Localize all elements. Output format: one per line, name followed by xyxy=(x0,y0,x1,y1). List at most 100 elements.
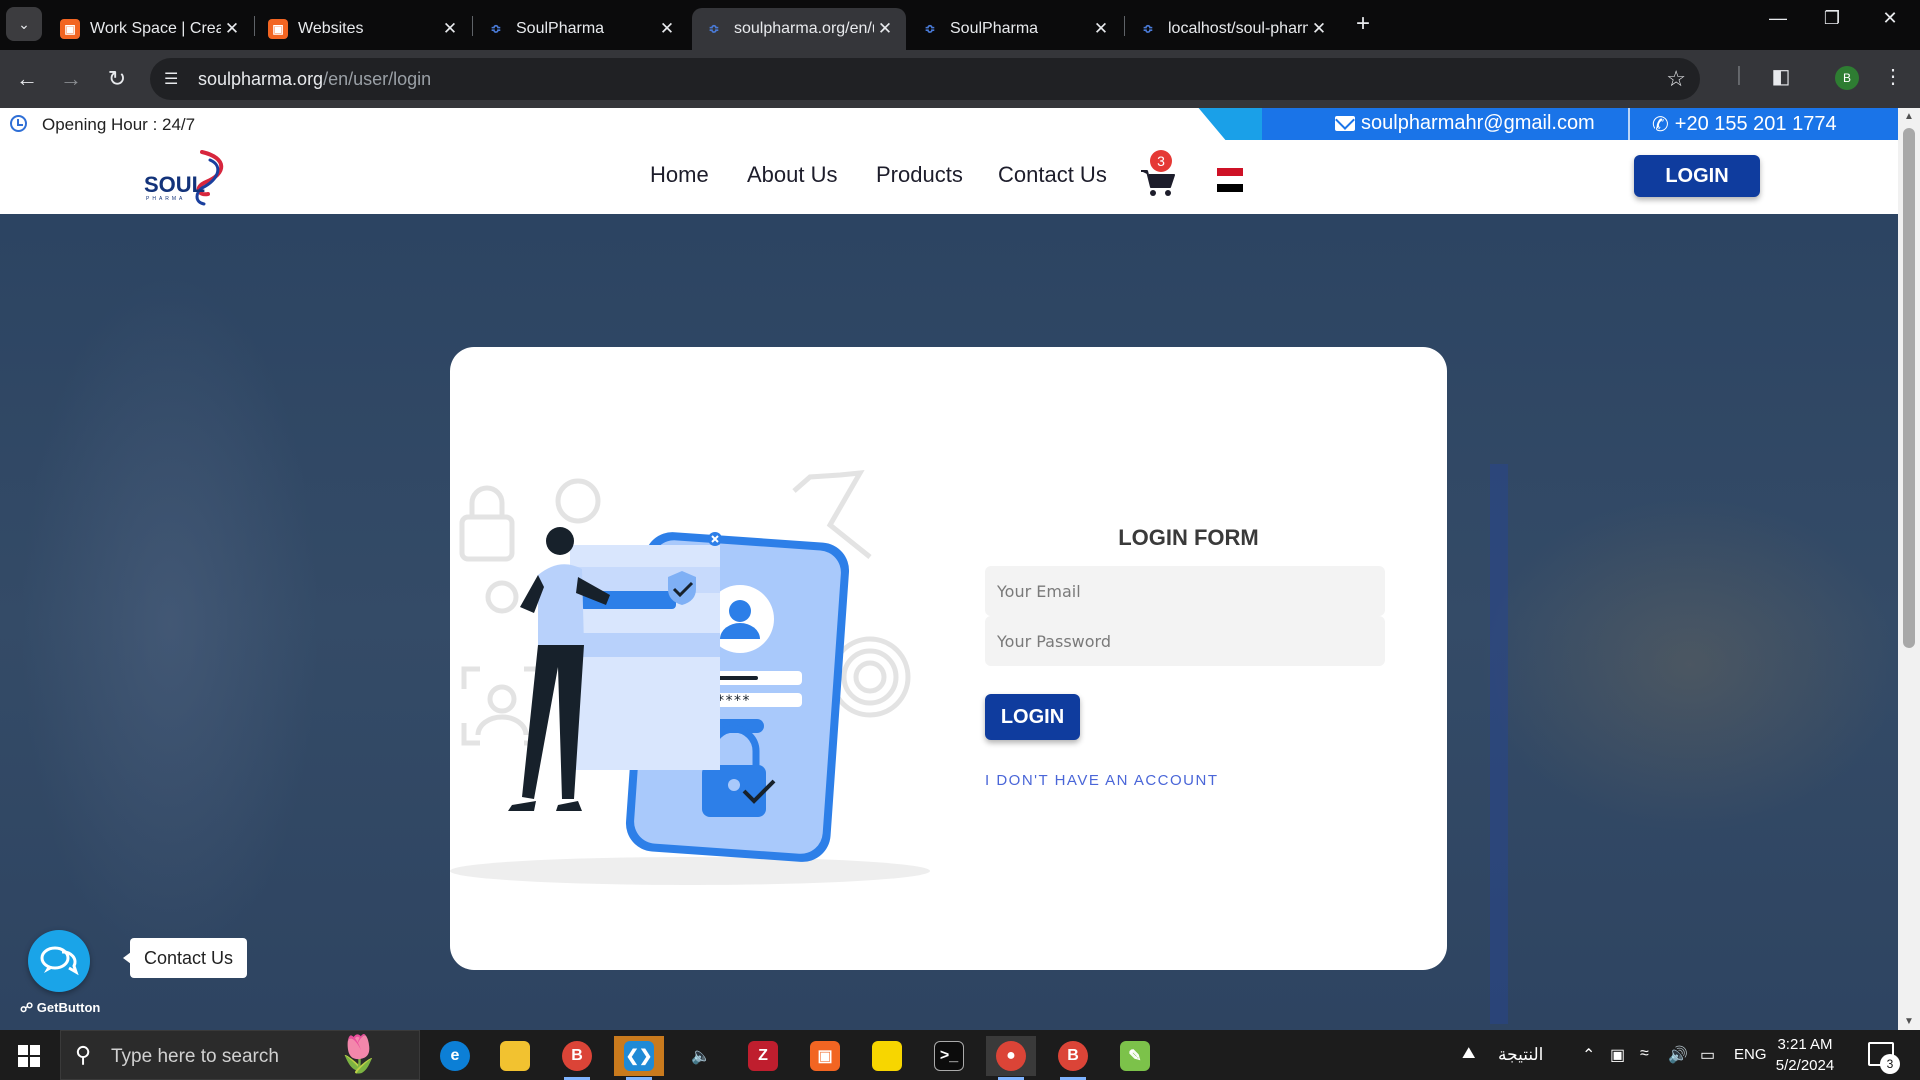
tab-title: SoulPharma xyxy=(516,20,605,37)
minimize-icon[interactable]: — xyxy=(1758,8,1798,29)
taskbar-chrome-2[interactable]: B xyxy=(1048,1036,1098,1080)
soulpharma-favicon: ≎ xyxy=(924,21,936,36)
taskbar-clock[interactable]: 3:21 AM 5/2/2024 xyxy=(1770,1034,1840,1076)
login-card: ***** LOGIN FORM Your Email LOGIN I DON'… xyxy=(450,347,1447,970)
scroll-thumb[interactable] xyxy=(1903,128,1915,648)
cart-count-badge: 3 xyxy=(1150,150,1172,172)
weather-icon[interactable]: ⛰ xyxy=(1462,1045,1475,1063)
phone-text: +20 155 201 1774 xyxy=(1674,113,1837,135)
taskbar-filezilla[interactable]: Z xyxy=(738,1036,788,1076)
extensions-icon[interactable]: ◧ xyxy=(1766,64,1796,89)
browser-tab-5[interactable]: ≎ SoulPharma ✕ xyxy=(908,8,1122,50)
logo-subtitle: PHARMA xyxy=(146,196,186,202)
close-icon[interactable]: ✕ xyxy=(874,19,896,39)
login-form-title: LOGIN FORM xyxy=(1118,525,1259,550)
close-icon[interactable]: ✕ xyxy=(1090,19,1112,39)
close-icon[interactable]: ✕ xyxy=(439,19,461,39)
browser-tab-1[interactable]: ▣ Work Space | Created By El ✕ xyxy=(48,8,253,50)
taskbar-chrome-active[interactable]: ● xyxy=(986,1036,1036,1080)
header-login-button[interactable]: LOGIN xyxy=(1634,155,1760,197)
getbutton-brand[interactable]: ☍ GetButton xyxy=(20,1000,100,1016)
site-header: SOUL PHARMA Home About Us Products Conta… xyxy=(0,140,1898,214)
page-scrollbar[interactable]: ▲ ▼ xyxy=(1898,108,1920,1030)
windows-taskbar: ⚲ Type here to search 🌷 e B ❮❯ 🔈 Z ▣ >_ … xyxy=(0,1030,1920,1080)
taskbar-terminal[interactable]: >_ xyxy=(924,1036,974,1076)
nav-home[interactable]: Home xyxy=(650,162,709,188)
tray-chevron-icon[interactable]: ⌃ xyxy=(1582,1045,1595,1065)
reload-icon[interactable]: ↻ xyxy=(102,64,132,94)
taskbar-xampp[interactable]: ▣ xyxy=(800,1036,850,1076)
phone-icon: ✆ xyxy=(1652,114,1669,136)
close-icon[interactable]: ✕ xyxy=(221,19,243,39)
taskbar-edge[interactable]: e xyxy=(430,1036,480,1076)
scroll-down-arrow-icon[interactable]: ▼ xyxy=(1898,1016,1920,1027)
site-info-icon[interactable]: ☰ xyxy=(164,69,188,89)
taskbar-chrome-b[interactable]: B xyxy=(552,1036,602,1080)
tab-title: Work Space | Created By El xyxy=(90,20,221,37)
getbutton-logo-icon: ☍ xyxy=(20,1000,34,1015)
back-arrow-icon[interactable]: ← xyxy=(12,64,42,94)
divider xyxy=(1628,108,1630,140)
notification-count: 3 xyxy=(1880,1054,1900,1074)
taskbar-notepad[interactable]: ✎ xyxy=(1110,1036,1160,1076)
sticky-note-icon xyxy=(872,1041,902,1071)
phone-link[interactable]: ✆ +20 155 201 1774 xyxy=(1652,112,1837,137)
taskbar-sticky-notes[interactable] xyxy=(862,1036,912,1076)
tab-search-button[interactable]: ⌄ xyxy=(6,7,42,41)
nav-contact-us[interactable]: Contact Us xyxy=(998,162,1107,188)
browser-tab-2[interactable]: ▣ Websites ✕ xyxy=(256,8,471,50)
meet-icon[interactable]: ▣ xyxy=(1610,1045,1625,1065)
profile-avatar[interactable]: B xyxy=(1835,66,1859,90)
chat-widget-label[interactable]: Contact Us xyxy=(122,938,248,978)
chrome-icon: B xyxy=(562,1041,592,1071)
browser-tab-strip: ⌄ ▣ Work Space | Created By El ✕ ▣ Websi… xyxy=(0,0,1920,50)
soulpharma-favicon: ≎ xyxy=(490,21,502,36)
egypt-flag-icon[interactable] xyxy=(1217,168,1243,192)
language-indicator[interactable]: ENG xyxy=(1734,1046,1767,1063)
taskbar-audio[interactable]: 🔈 xyxy=(676,1036,726,1076)
tulips-icon: 🌷 xyxy=(336,1033,381,1074)
forward-arrow-icon[interactable]: → xyxy=(56,64,86,94)
taskbar-vscode[interactable]: ❮❯ xyxy=(614,1036,664,1080)
search-icon: ⚲ xyxy=(75,1042,92,1067)
login-submit-button[interactable]: LOGIN xyxy=(985,694,1080,740)
browser-tab-4-active[interactable]: ≎ soulpharma.org/en/user/lo ✕ xyxy=(692,8,906,50)
scroll-up-arrow-icon[interactable]: ▲ xyxy=(1898,111,1920,122)
weather-text[interactable]: النتيجة xyxy=(1498,1045,1543,1065)
password-input[interactable] xyxy=(985,616,1385,666)
more-menu-icon[interactable]: ⋮ xyxy=(1878,64,1908,89)
divider-icon: | xyxy=(1736,64,1742,86)
restore-icon[interactable]: ❐ xyxy=(1812,8,1852,29)
nav-products[interactable]: Products xyxy=(876,162,963,188)
web-page: Opening Hour : 24/7 soulpharmahr@gmail.c… xyxy=(0,108,1898,1030)
orange-app-icon: ▣ xyxy=(268,19,288,39)
email-link[interactable]: soulpharmahr@gmail.com xyxy=(1335,112,1595,135)
chat-widget-button[interactable] xyxy=(28,930,90,992)
chrome-icon: ● xyxy=(996,1041,1026,1071)
notepad-icon: ✎ xyxy=(1120,1041,1150,1071)
speaker-icon: 🔈 xyxy=(691,1048,711,1065)
browser-tab-3[interactable]: ≎ SoulPharma ✕ xyxy=(474,8,688,50)
soulpharma-logo[interactable]: SOUL PHARMA xyxy=(142,148,242,208)
bookmark-star-icon[interactable]: ☆ xyxy=(1666,66,1686,92)
volume-icon[interactable]: 🔊 xyxy=(1668,1045,1688,1065)
windows-start-icon[interactable] xyxy=(18,1045,40,1067)
new-tab-button[interactable]: + xyxy=(1348,10,1378,40)
browser-tab-6[interactable]: ≎ localhost/soul-pharma-ne ✕ xyxy=(1126,8,1340,50)
register-link[interactable]: I DON'T HAVE AN ACCOUNT xyxy=(985,772,1219,789)
clock-icon xyxy=(10,115,27,132)
address-bar[interactable]: ☰ soulpharma.org/en/user/login ☆ xyxy=(150,58,1700,100)
search-hint: Type here to search xyxy=(111,1046,279,1067)
battery-icon[interactable]: ▭ xyxy=(1700,1045,1715,1065)
taskbar-search[interactable]: ⚲ Type here to search 🌷 xyxy=(60,1030,420,1080)
wifi-icon[interactable]: ≈ xyxy=(1640,1045,1649,1063)
email-input[interactable] xyxy=(985,566,1385,616)
window-close-icon[interactable]: ✕ xyxy=(1870,8,1910,29)
close-icon[interactable]: ✕ xyxy=(656,19,678,39)
opening-hours: Opening Hour : 24/7 xyxy=(42,115,196,134)
nav-about-us[interactable]: About Us xyxy=(747,162,838,188)
taskbar-explorer[interactable] xyxy=(490,1036,540,1076)
shopping-cart-icon[interactable] xyxy=(1140,168,1176,198)
close-icon[interactable]: ✕ xyxy=(1308,19,1330,39)
soulpharma-favicon: ≎ xyxy=(1142,21,1154,36)
